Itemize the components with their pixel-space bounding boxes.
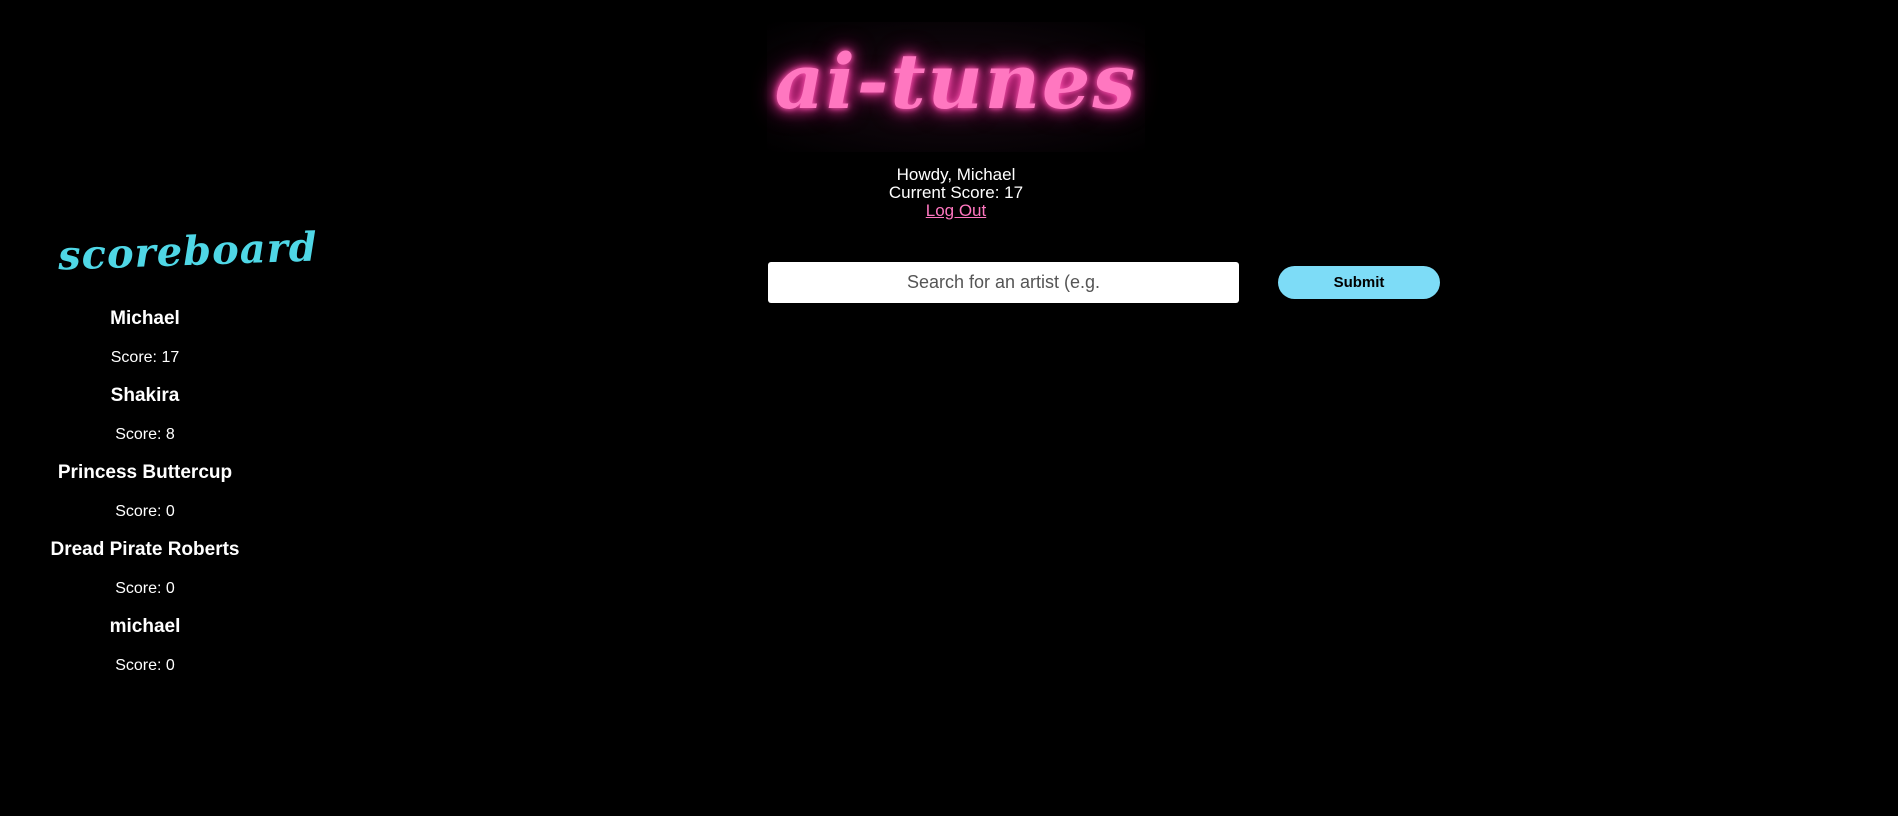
- user-greeting: Howdy, Michael Current Score: 17 Log Out: [760, 166, 1152, 220]
- player-score: Score: 0: [115, 503, 175, 520]
- scoreboard-entry: Dread Pirate Roberts Score: 0: [0, 531, 290, 608]
- scoreboard-title: scoreboard: [57, 223, 319, 280]
- logo-text: ai-tunes: [774, 36, 1138, 126]
- scoreboard-entry: Shakira Score: 8: [0, 377, 290, 454]
- page: ai-tunes Howdy, Michael Current Score: 1…: [0, 0, 1898, 816]
- app-logo: ai-tunes: [767, 22, 1145, 152]
- howdy-text: Howdy, Michael: [896, 165, 1016, 184]
- player-score: Score: 0: [115, 657, 175, 674]
- player-name: Dread Pirate Roberts: [50, 539, 240, 560]
- player-name: michael: [109, 616, 181, 637]
- player-name: Shakira: [110, 385, 180, 406]
- player-score: Score: 8: [115, 426, 175, 443]
- artist-search-input[interactable]: [768, 262, 1239, 303]
- player-name: Princess Buttercup: [57, 462, 233, 483]
- player-name: Michael: [110, 308, 180, 329]
- scoreboard-list: Michael Score: 17 Shakira Score: 8 Princ…: [0, 300, 290, 685]
- scoreboard-entry: Michael Score: 17: [0, 300, 290, 377]
- logout-link[interactable]: Log Out: [926, 201, 987, 220]
- player-score: Score: 17: [110, 349, 180, 366]
- current-score-text: Current Score: 17: [888, 183, 1024, 202]
- scoreboard-entry: Princess Buttercup Score: 0: [0, 454, 290, 531]
- scoreboard-entry: michael Score: 0: [0, 608, 290, 685]
- submit-button[interactable]: Submit: [1278, 266, 1440, 299]
- player-score: Score: 0: [115, 580, 175, 597]
